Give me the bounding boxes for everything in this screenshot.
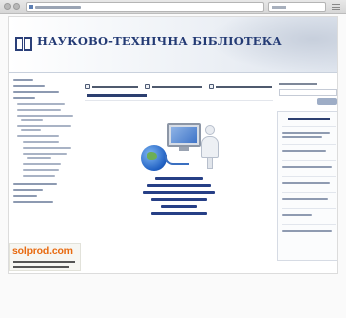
- address-url-text: [35, 6, 81, 9]
- catalog-toolbar: [85, 83, 273, 91]
- announcement-item[interactable]: [282, 136, 322, 138]
- resource-link[interactable]: [147, 184, 211, 187]
- catalog-tab[interactable]: [145, 83, 203, 91]
- resource-link[interactable]: [143, 191, 215, 194]
- catalog-tab[interactable]: [85, 83, 139, 91]
- nav-item[interactable]: [13, 183, 57, 185]
- divider: [282, 144, 336, 145]
- nav-item[interactable]: [13, 201, 53, 203]
- main-content: [85, 75, 273, 273]
- announcement-item[interactable]: [282, 198, 328, 200]
- announcement-item[interactable]: [282, 166, 332, 168]
- nav-subitem[interactable]: [17, 109, 61, 111]
- nav-subitem[interactable]: [23, 147, 71, 149]
- ad-text-line: [13, 266, 69, 268]
- site-favicon-icon: [29, 5, 33, 9]
- announcements-heading: [288, 118, 330, 120]
- announcement-item[interactable]: [282, 214, 312, 216]
- nav-subitem[interactable]: [21, 129, 41, 131]
- nav-subitem[interactable]: [23, 175, 55, 177]
- ad-banner[interactable]: solprod.com: [9, 243, 81, 271]
- nav-subitem[interactable]: [23, 153, 67, 155]
- nav-subitem[interactable]: [17, 115, 73, 117]
- left-nav-menu: [9, 75, 79, 235]
- announcement-item[interactable]: [282, 182, 330, 184]
- section-divider: [85, 100, 273, 101]
- catalog-book-icon: [209, 84, 214, 89]
- catalog-search-icon: [85, 84, 90, 89]
- web-page: НАУКОВО-ТЕХНІЧНА БІБЛІОТЕКА solprod.com: [8, 16, 338, 274]
- divider: [282, 126, 336, 127]
- divider: [282, 160, 336, 161]
- nav-item[interactable]: [13, 195, 37, 197]
- ad-brand[interactable]: solprod.com: [12, 245, 73, 257]
- nav-subitem[interactable]: [23, 141, 59, 143]
- search-placeholder-text: [272, 6, 286, 9]
- tab-label: [216, 86, 272, 88]
- divider: [282, 176, 336, 177]
- nav-subitem[interactable]: [21, 119, 43, 121]
- nav-subitem[interactable]: [27, 157, 51, 159]
- nav-item[interactable]: [13, 91, 59, 93]
- person-computer-globe-icon: [127, 107, 231, 173]
- open-book-icon[interactable]: [15, 37, 33, 51]
- browser-toolbar: [0, 0, 346, 14]
- nav-subitem[interactable]: [17, 135, 59, 137]
- back-arrow-icon[interactable]: [4, 3, 11, 10]
- right-sidebar: [277, 75, 337, 271]
- divider: [282, 208, 336, 209]
- announcement-item[interactable]: [282, 150, 326, 152]
- browser-search-box[interactable]: [268, 2, 326, 12]
- nav-subitem[interactable]: [23, 169, 59, 171]
- nav-subitem[interactable]: [17, 103, 65, 105]
- site-title[interactable]: НАУКОВО-ТЕХНІЧНА БІБЛІОТЕКА: [37, 34, 282, 48]
- address-bar[interactable]: [26, 2, 264, 12]
- browser-window: НАУКОВО-ТЕХНІЧНА БІБЛІОТЕКА solprod.com: [0, 0, 346, 318]
- nav-subitem[interactable]: [23, 163, 61, 165]
- hamburger-menu-icon[interactable]: [332, 4, 340, 10]
- section-heading: [87, 94, 147, 97]
- divider: [282, 224, 336, 225]
- site-search-label: [279, 83, 317, 85]
- announcement-item[interactable]: [282, 132, 330, 134]
- nav-item[interactable]: [13, 189, 43, 191]
- resource-link[interactable]: [155, 177, 203, 180]
- announcements-panel: [277, 111, 337, 261]
- nav-subitem[interactable]: [17, 125, 71, 127]
- tab-label: [92, 86, 138, 88]
- nav-item[interactable]: [13, 85, 45, 87]
- announcement-item[interactable]: [282, 230, 332, 232]
- divider: [282, 192, 336, 193]
- catalog-tab[interactable]: [209, 83, 273, 91]
- site-search-button[interactable]: [317, 98, 337, 105]
- forward-arrow-icon[interactable]: [13, 3, 20, 10]
- resource-link[interactable]: [161, 205, 197, 208]
- nav-item[interactable]: [13, 79, 33, 81]
- site-header: НАУКОВО-ТЕХНІЧНА БІБЛІОТЕКА: [9, 17, 337, 73]
- nav-item[interactable]: [13, 97, 35, 99]
- catalog-list-icon: [145, 84, 150, 89]
- tab-label: [152, 86, 202, 88]
- resource-link[interactable]: [151, 198, 207, 201]
- site-search-input[interactable]: [279, 89, 337, 96]
- ad-text-line: [13, 261, 75, 263]
- resource-link[interactable]: [151, 212, 207, 215]
